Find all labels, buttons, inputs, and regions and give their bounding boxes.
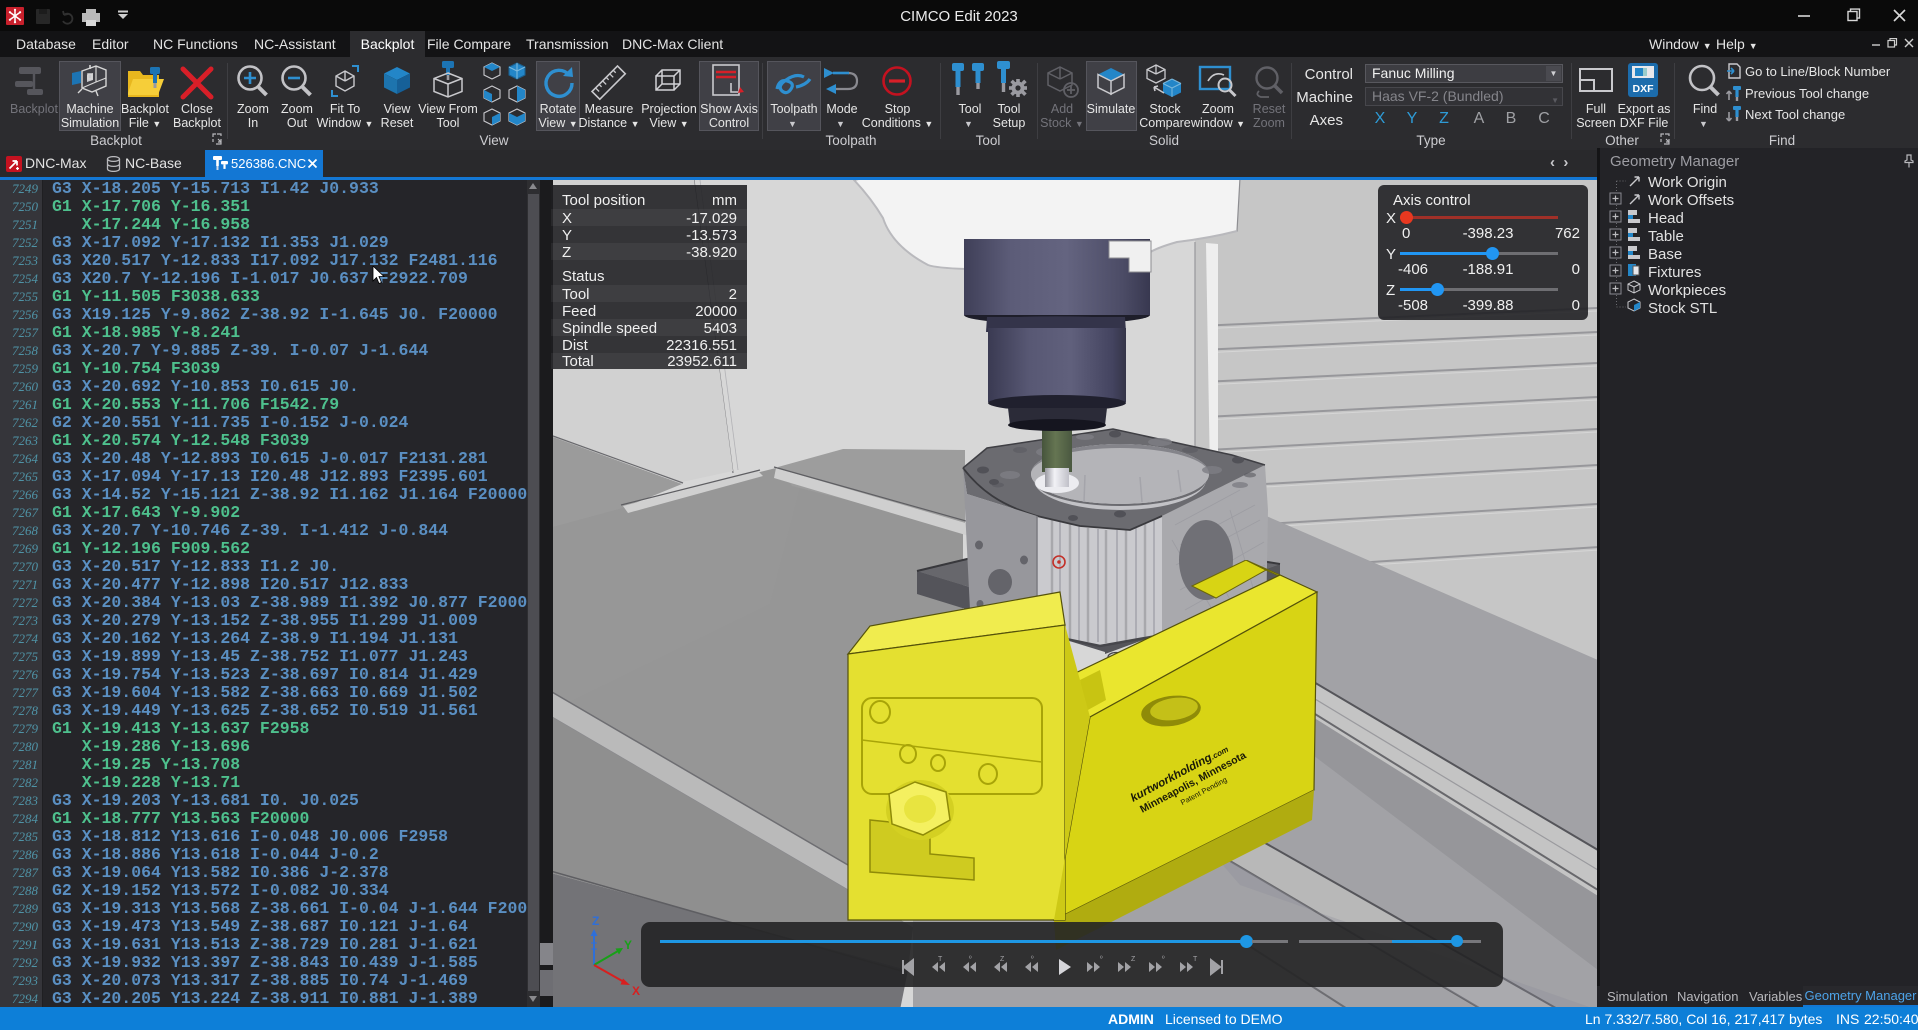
svg-text:T: T [938, 956, 943, 963]
svg-text:Y: Y [624, 938, 632, 952]
svg-text:º: º [1162, 956, 1165, 963]
svg-text:º: º [1031, 956, 1034, 963]
svg-text:º: º [1100, 956, 1103, 963]
svg-text:T: T [1193, 956, 1198, 963]
svg-text:Z: Z [1000, 956, 1005, 963]
svg-text:Z: Z [1131, 956, 1136, 963]
svg-text:X: X [632, 984, 640, 998]
svg-text:º: º [969, 956, 972, 963]
svg-text:DXF: DXF [1633, 83, 1655, 95]
svg-text:Z: Z [592, 914, 599, 928]
